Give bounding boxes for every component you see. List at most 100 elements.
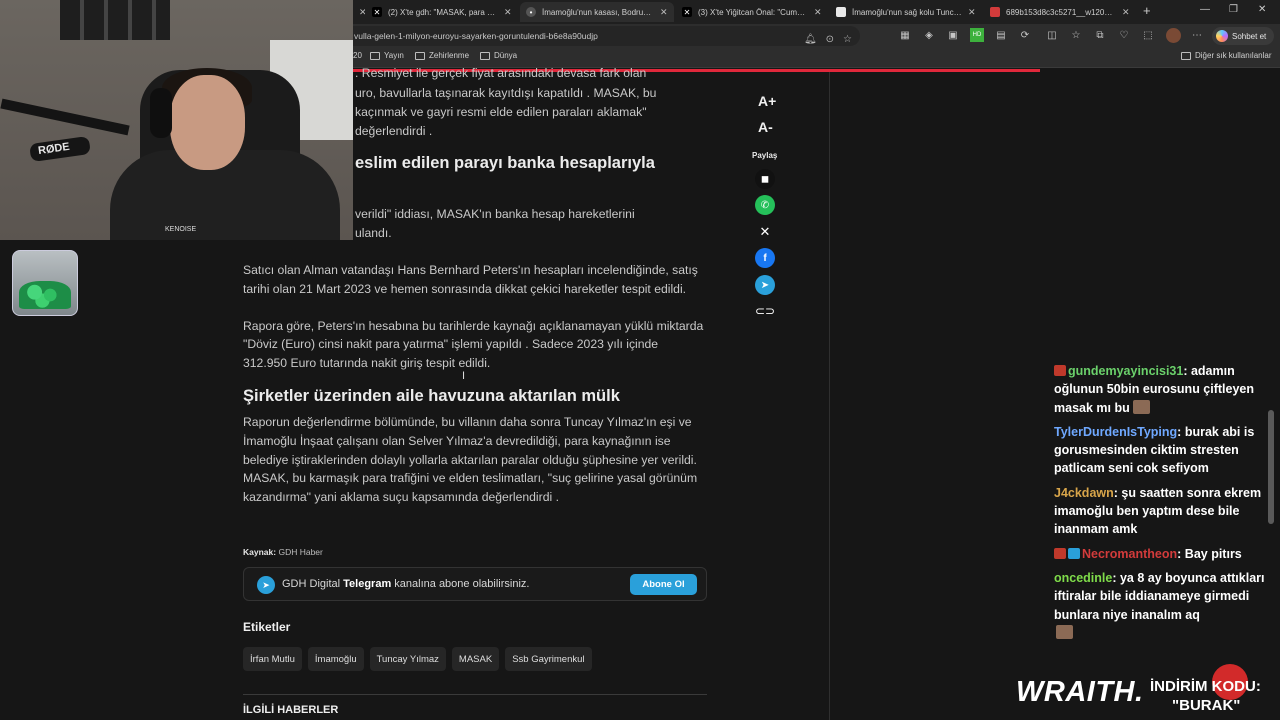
font-increase-button[interactable]: A+ (758, 93, 776, 109)
bell-icon[interactable]: 🔔︎ (804, 30, 817, 46)
split-screen-icon[interactable]: ◫ (1045, 28, 1059, 42)
tag-chip[interactable]: İrfan Mutlu (243, 647, 302, 671)
tab-title: İmamoğlu'nun kasası, Bodrum'd (542, 7, 654, 17)
tag-chip[interactable]: Ssb Gayrimenkul (505, 647, 592, 671)
article-paragraph: Rapora göre, Peters'ın hesabına bu tarih… (243, 318, 704, 371)
telegram-share-icon[interactable]: ➤ (755, 275, 775, 295)
bookmark-folder-dunya[interactable]: Dünya (480, 51, 517, 60)
new-tab-icon[interactable]: + (1143, 3, 1151, 18)
extension-icon[interactable]: ▤ (994, 28, 1008, 42)
close-icon[interactable]: ✕ (1122, 7, 1130, 18)
tag-chip[interactable]: Tuncay Yılmaz (369, 647, 446, 671)
bookmark-folder-yayin[interactable]: Yayın (370, 51, 404, 60)
chat-username: oncedinle (1054, 570, 1113, 585)
tab-close-partial[interactable]: ✕ (353, 2, 365, 22)
content-divider (829, 72, 830, 720)
telegram-text-post: kanalına abone olabilirsiniz. (394, 578, 530, 590)
text-line: uro, bavullarla taşınarak kayıtdışı kapa… (355, 86, 657, 100)
bookmark-folder-zehirlenme[interactable]: Zehirlenme (415, 51, 469, 60)
font-decrease-button[interactable]: A- (758, 119, 773, 135)
promo-code: "BURAK" (1172, 697, 1241, 714)
x-icon: ✕ (372, 7, 382, 17)
emote-icon (1132, 399, 1150, 414)
heart-icon[interactable]: ♡ (1117, 28, 1131, 42)
bookmark-label: Diğer sık kullanılanlar (1195, 51, 1272, 60)
browser-tab-1[interactable]: ✕ (2) X'te gdh: "MASAK, para saym ✕ (366, 2, 518, 22)
window-close-icon[interactable]: ✕ (1258, 4, 1266, 15)
sponsor-brand: WRAITH. (1016, 676, 1144, 708)
extensions-icon[interactable]: ⬚ (1141, 28, 1155, 42)
bookmark-label: 20 (353, 51, 362, 60)
browser-tab-3[interactable]: ✕ (3) X'te Yiğitcan Önal: "Cumhuri ✕ (676, 2, 828, 22)
tag-chip[interactable]: İmamoğlu (307, 647, 364, 671)
bookmark-label: Yayın (384, 51, 404, 60)
extension-icon[interactable]: ▦ (898, 28, 912, 42)
image-icon (990, 7, 1000, 17)
source-label: Kaynak: (243, 547, 277, 557)
browser-tab-5[interactable]: 689b153d8c3c5271__w1200xh1 ✕ (984, 2, 1136, 22)
folder-icon (1181, 51, 1191, 60)
article-subheading-partial: eslim edilen parayı banka hesaplarıyla (355, 154, 655, 172)
tag-chip[interactable]: MASAK (451, 647, 500, 671)
promo-label: İNDİRİM KODU: (1150, 678, 1261, 695)
article-paragraph: Raporun değerlendirme bölümünde, bu vill… (243, 414, 698, 505)
bookmark-label: Zehirlenme (429, 51, 470, 60)
tab-title: (3) X'te Yiğitcan Önal: "Cumhuri (698, 7, 808, 17)
close-icon[interactable]: ✕ (814, 7, 822, 18)
close-icon[interactable]: ✕ (660, 7, 668, 18)
webcam-person-head (170, 75, 245, 170)
other-bookmarks[interactable]: Diğer sık kullanılanlar (1181, 51, 1271, 60)
telegram-icon: ➤ (257, 576, 275, 594)
chat-username: TylerDurdenIsTyping (1054, 424, 1178, 439)
related-news-heading: İLGİLİ HABERLER (243, 704, 339, 716)
collections-icon[interactable]: ⧉ (1093, 28, 1107, 42)
folder-icon (415, 51, 425, 60)
headset-icon (150, 88, 172, 138)
page-scrollbar[interactable] (1268, 410, 1274, 524)
page-icon (836, 7, 846, 17)
browser-tab-4[interactable]: İmamoğlu'nun sağ kolu Tuncay ✕ (830, 2, 982, 22)
address-bar[interactable]: vulla-gelen-1-milyon-euroyu-sayarken-gor… (340, 26, 860, 46)
whatsapp-icon[interactable]: ✆ (755, 195, 775, 215)
minimize-icon[interactable]: — (1200, 4, 1210, 15)
telegram-text: GDH Digital Telegram kanalına abone olab… (282, 578, 529, 590)
bead-jar-widget (12, 250, 78, 316)
tab-title: (2) X'te gdh: "MASAK, para saym (388, 7, 498, 17)
article-paragraph: Satıcı olan Alman vatandaşı Hans Bernhar… (243, 263, 698, 296)
extension-icon[interactable]: HD (970, 28, 984, 42)
maximize-icon[interactable]: ❐ (1229, 4, 1238, 15)
x-share-icon[interactable]: ✕ (755, 222, 775, 242)
bookmark-share-icon[interactable]: ◼ (755, 169, 775, 189)
text-line: kaçınmak ve gayri resmi elde edilen para… (355, 104, 647, 119)
sub-badge-icon (1054, 547, 1066, 559)
refresh-icon[interactable]: ⟳ (1018, 28, 1032, 42)
copilot-chat-button[interactable]: Sohbet et (1212, 27, 1274, 45)
close-icon[interactable]: ✕ (968, 7, 976, 18)
article-body: Satıcı olan Alman vatandaşı Hans Bernhar… (243, 261, 705, 525)
close-icon[interactable]: ✕ (504, 7, 512, 18)
folder-icon (480, 51, 490, 60)
url-text: vulla-gelen-1-milyon-euroyu-sayarken-gor… (354, 31, 598, 41)
avatar[interactable] (1166, 28, 1181, 43)
favorites-icon[interactable]: ☆ (1069, 28, 1083, 42)
beads-icon (19, 281, 71, 309)
chat-message: gundemyayincisi31: adamın oğlunun 50bin … (1054, 364, 1255, 415)
subscribe-button[interactable]: Abone Ol (630, 574, 697, 595)
link-copy-icon[interactable]: ⊂⊃ (755, 301, 775, 321)
tab-title: İmamoğlu'nun sağ kolu Tuncay (852, 7, 962, 17)
more-icon[interactable]: ⋯ (1190, 28, 1204, 42)
chat-message: J4ckdawn: şu saatten sonra ekrem imamoğl… (1054, 485, 1262, 537)
browser-tab-2[interactable]: • İmamoğlu'nun kasası, Bodrum'd ✕ (520, 2, 674, 22)
extension-icon[interactable]: ▣ (946, 28, 960, 42)
telegram-text-bold: Telegram (343, 578, 392, 590)
article-source: Kaynak: GDH Haber (243, 547, 323, 557)
bookmark-partial[interactable]: 20 (353, 51, 362, 60)
emote-icon (1056, 624, 1073, 639)
hoodie-print: KENOISE (165, 226, 197, 233)
share-label: Paylaş (752, 151, 778, 160)
facebook-icon[interactable]: f (755, 248, 775, 268)
extension-icon[interactable]: ◈ (922, 28, 936, 42)
divider (243, 694, 707, 695)
favorite-star-icon[interactable]: ☆ (843, 30, 852, 46)
reader-icon[interactable]: ⊙ (826, 30, 834, 46)
